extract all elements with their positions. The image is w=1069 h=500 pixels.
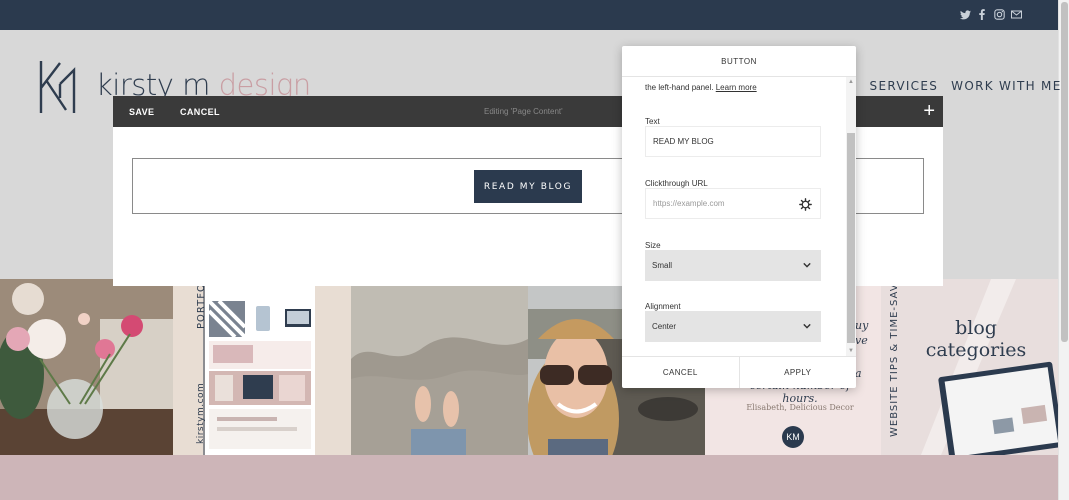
image-strip: PORTFOLIO kirstym.com uy ve a hours. Eli… [0,279,1058,455]
gear-icon[interactable] [799,198,812,211]
url-placeholder: https://example.com [653,199,725,208]
quote-fragment-1: uy [855,319,869,332]
add-block-button[interactable]: + [923,101,935,121]
site-url-label: kirstym.com [196,382,206,444]
size-select[interactable]: Small [645,250,821,281]
dialog-apply-button[interactable]: APPLY [738,357,857,388]
testimonial-author: Elisabeth, Delicious Decor [746,403,854,412]
portfolio-tile: PORTFOLIO kirstym.com [173,279,351,455]
size-selected-value: Small [652,261,673,270]
km-badge-icon: KM [782,426,804,448]
beach-feet-photo [351,279,528,455]
nav-item-work-with-me[interactable]: WORK WITH ME [951,79,1061,93]
page-scrollbar[interactable] [1058,0,1069,500]
editor-cancel-button[interactable]: CANCEL [180,107,220,117]
portfolio-label: PORTFOLIO [196,279,207,329]
chevron-down-icon [803,262,811,268]
read-my-blog-button[interactable]: READ MY BLOG [474,170,582,203]
social-links [959,8,1022,21]
dialog-note: the left-hand panel. Learn more [645,83,757,92]
alignment-field-label: Alignment [645,302,681,311]
main-nav: D SERVICES WORK WITH ME [846,79,1062,93]
alignment-select[interactable]: Center [645,311,821,342]
twitter-icon[interactable] [959,8,971,21]
dialog-footer: CANCEL APPLY [622,356,856,388]
dialog-scrollbar-thumb[interactable] [847,133,855,343]
button-settings-dialog: BUTTON the left-hand panel. Learn more T… [622,46,856,388]
scroll-up-arrow-icon[interactable]: ▲ [848,79,854,85]
editor-save-button[interactable]: SAVE [129,107,154,117]
page-scrollbar-thumb[interactable] [1061,2,1068,342]
clickthrough-url-input[interactable]: https://example.com [645,188,821,219]
learn-more-link[interactable]: Learn more [716,83,757,92]
mail-icon[interactable] [1010,8,1022,21]
size-field-label: Size [645,241,661,250]
nav-item-services[interactable]: SERVICES [870,79,939,93]
dialog-title: BUTTON [622,46,856,77]
flowers-photo [0,279,173,455]
text-field[interactable]: READ MY BLOG [645,126,821,157]
dialog-note-text: the left-hand panel. [645,83,714,92]
dialog-cancel-button[interactable]: CANCEL [622,357,739,388]
facebook-icon[interactable] [976,8,988,21]
url-field-label: Clickthrough URL [645,179,708,188]
chevron-down-icon [803,323,811,329]
alignment-selected-value: Center [652,322,677,331]
quote-fragment-2: ve [855,334,868,347]
website-tips-label: WEBSITE TIPS & TIME-SAVERS [889,279,900,437]
scroll-down-arrow-icon[interactable]: ▼ [848,348,854,354]
blog-categories-heading: blog categories [925,317,1027,361]
km-logo-icon[interactable] [38,58,78,116]
instagram-icon[interactable] [993,8,1005,21]
blog-categories-tile: blog categories WEBSITE TIPS & TIME-SAVE… [881,279,1058,455]
editing-status: Editing 'Page Content' [484,107,563,116]
dialog-scrollbar[interactable]: ▲ ▼ [846,77,856,356]
pink-footer-band [0,455,1058,500]
social-bar [0,0,1058,30]
text-field-label: Text [645,117,660,126]
dialog-body: the left-hand panel. Learn more Text REA… [622,77,856,356]
